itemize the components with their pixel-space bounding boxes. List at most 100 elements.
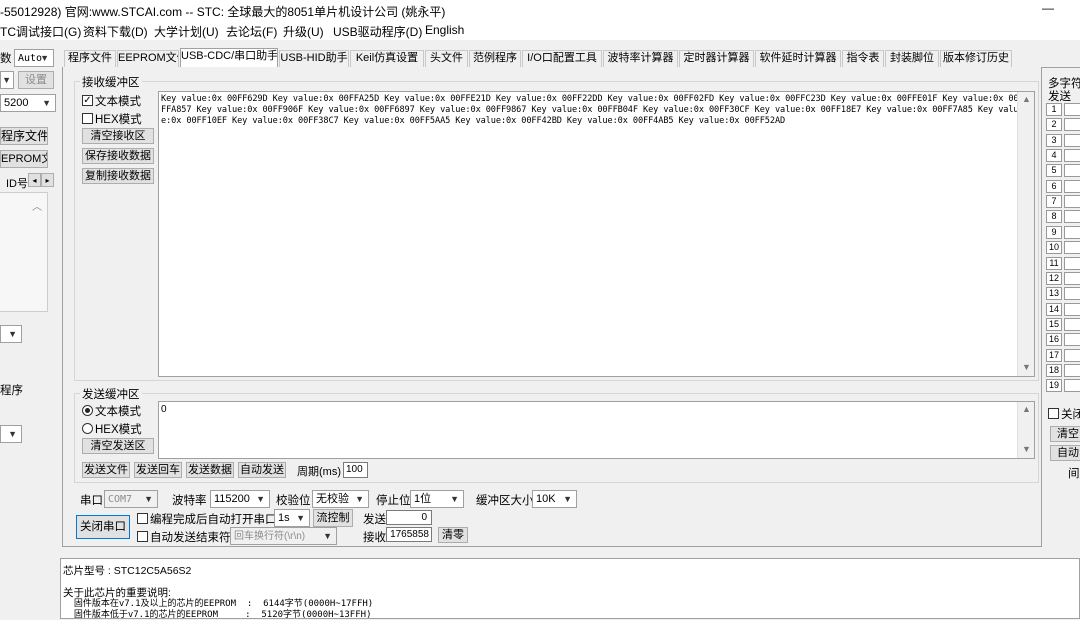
multi-send-row-button[interactable]: 1 xyxy=(1046,103,1062,116)
multi-send-row-button[interactable]: 9 xyxy=(1046,225,1062,239)
send-enter-button[interactable]: 发送回车 xyxy=(134,462,182,478)
radio-selected-icon[interactable] xyxy=(82,405,93,417)
multi-send-row-input[interactable] xyxy=(1064,287,1080,301)
menu-upgrade[interactable]: 升级(U) xyxy=(283,23,324,40)
multi-send-row-input[interactable] xyxy=(1064,225,1080,239)
multi-send-row-button[interactable]: 17 xyxy=(1046,348,1062,362)
auto-send-button[interactable]: 自动发送 xyxy=(238,462,286,478)
close-hint-toggle[interactable]: 关闭 xyxy=(1048,406,1080,422)
auto-open-delay-select[interactable]: 1s ▼ xyxy=(274,509,310,527)
multi-send-row-button[interactable]: 14 xyxy=(1046,302,1062,316)
checkbox-icon[interactable] xyxy=(1048,408,1059,420)
tab-program-file[interactable]: 程序文件 xyxy=(64,50,116,67)
open-eeprom-file-button[interactable]: EPROM文件 xyxy=(0,150,48,168)
right-auto-button[interactable]: 自动 xyxy=(1050,445,1080,461)
checkbox-icon[interactable] xyxy=(137,531,148,543)
multi-send-row-button[interactable]: 16 xyxy=(1046,333,1062,347)
tab-instructions[interactable]: 指令表 xyxy=(842,50,884,67)
multi-send-row-button[interactable]: 5 xyxy=(1046,164,1062,178)
multi-send-row-input[interactable] xyxy=(1064,241,1080,255)
tab-examples[interactable]: 范例程序 xyxy=(469,50,521,67)
scroll-down-icon[interactable]: ▼ xyxy=(1022,362,1031,372)
multi-send-row-input[interactable] xyxy=(1064,179,1080,193)
multi-send-row-input[interactable] xyxy=(1064,317,1080,331)
send-hex-mode[interactable]: HEX模式 xyxy=(82,421,142,437)
checkbox-icon[interactable] xyxy=(82,113,93,125)
send-textarea[interactable]: 0 ▲ ▼ xyxy=(158,401,1035,459)
tab-package-pins[interactable]: 封装脚位 xyxy=(885,50,939,67)
checkbox-checked-icon[interactable]: ✓ xyxy=(82,95,93,107)
multi-send-row-input[interactable] xyxy=(1064,103,1080,116)
multi-send-row-button[interactable]: 19 xyxy=(1046,379,1062,393)
menu-forum[interactable]: 去论坛(F) xyxy=(226,23,277,40)
minimize-button[interactable]: — xyxy=(1042,1,1054,15)
tab-usb-hid[interactable]: USB-HID助手 xyxy=(279,50,349,67)
menu-downloads[interactable]: 资料下载(D) xyxy=(83,23,148,40)
period-input[interactable]: 100 xyxy=(343,462,368,478)
multi-send-row-button[interactable]: 3 xyxy=(1046,133,1062,147)
send-data-button[interactable]: 发送数据 xyxy=(186,462,234,478)
send-file-button[interactable]: 发送文件 xyxy=(82,462,130,478)
send-end-char-select[interactable]: 回车换行符(\r\n) ▼ xyxy=(230,527,337,545)
flow-control-button[interactable]: 流控制 xyxy=(313,509,353,527)
send-end-char[interactable]: 自动发送结束符 xyxy=(137,529,231,545)
multi-send-row-input[interactable] xyxy=(1064,379,1080,393)
scroll-right-button[interactable]: ▸ xyxy=(41,173,54,187)
left-select-3[interactable]: ▼ xyxy=(0,425,22,443)
settings-button[interactable]: 设置 xyxy=(18,71,54,89)
menu-university[interactable]: 大学计划(U) xyxy=(154,23,219,40)
radio-icon[interactable] xyxy=(82,423,93,435)
auto-open-port[interactable]: 编程完成后自动打开串口 xyxy=(137,511,277,527)
multi-send-row-button[interactable]: 13 xyxy=(1046,287,1062,301)
multi-send-row-input[interactable] xyxy=(1064,363,1080,377)
port-select[interactable]: COM7 ▼ xyxy=(104,490,158,508)
menu-debug-interface[interactable]: TC调试接口(G) xyxy=(0,23,81,40)
multi-send-row-button[interactable]: 7 xyxy=(1046,195,1062,209)
scroll-up-icon[interactable]: ▲ xyxy=(1022,94,1031,104)
close-port-button[interactable]: 关闭串口 xyxy=(76,515,130,539)
multi-send-row-button[interactable]: 8 xyxy=(1046,210,1062,224)
multi-send-row-input[interactable] xyxy=(1064,149,1080,163)
multi-send-row-input[interactable] xyxy=(1064,256,1080,270)
send-scrollbar[interactable]: ▲ ▼ xyxy=(1017,402,1034,458)
tab-usb-cdc[interactable]: USB-CDC/串口助手 xyxy=(180,48,278,68)
multi-send-row-button[interactable]: 4 xyxy=(1046,149,1062,163)
stop-bits-select[interactable]: 1位 ▼ xyxy=(410,490,464,508)
open-program-file-button[interactable]: 程序文件 xyxy=(0,127,48,145)
baud-rate-select[interactable]: 115200 ▼ xyxy=(210,490,270,508)
right-clear-button[interactable]: 清空 xyxy=(1050,426,1080,442)
save-receive-button[interactable]: 保存接收数据 xyxy=(82,148,154,164)
scroll-left-button[interactable]: ◂ xyxy=(28,173,41,187)
multi-send-row-input[interactable] xyxy=(1064,210,1080,224)
multi-send-row-button[interactable]: 18 xyxy=(1046,363,1062,377)
tab-io-config[interactable]: I/O口配置工具 xyxy=(522,50,602,67)
tab-keil-sim[interactable]: Keil仿真设置 xyxy=(350,50,424,67)
copy-receive-button[interactable]: 复制接收数据 xyxy=(82,168,154,184)
multi-send-row-button[interactable]: 15 xyxy=(1046,317,1062,331)
multi-send-row-input[interactable] xyxy=(1064,164,1080,178)
menu-english[interactable]: English xyxy=(425,23,464,37)
multi-send-row-button[interactable]: 11 xyxy=(1046,256,1062,270)
baud-select[interactable]: 5200 ▼ xyxy=(0,94,56,112)
receive-textarea[interactable]: Key value:0x 00FF629D Key value:0x 00FFA… xyxy=(158,91,1035,377)
left-list-box[interactable]: ︿ xyxy=(0,192,48,312)
clear-send-button[interactable]: 清空发送区 xyxy=(82,438,154,454)
tab-version-history[interactable]: 版本修订历史 xyxy=(940,50,1012,67)
multi-send-row-button[interactable]: 2 xyxy=(1046,118,1062,132)
clear-count-button[interactable]: 清零 xyxy=(438,527,468,543)
scroll-down-icon[interactable]: ▼ xyxy=(1022,444,1031,454)
checkbox-icon[interactable] xyxy=(137,513,148,525)
clear-receive-button[interactable]: 清空接收区 xyxy=(82,128,154,144)
tab-baud-calc[interactable]: 波特率计算器 xyxy=(603,50,678,67)
chevron-up-icon[interactable]: ︿ xyxy=(32,198,42,213)
multi-send-row-input[interactable] xyxy=(1064,333,1080,347)
multi-send-row-button[interactable]: 10 xyxy=(1046,241,1062,255)
tab-delay-calc[interactable]: 软件延时计算器 xyxy=(755,50,841,67)
menu-usb-driver[interactable]: USB驱动程序(D) xyxy=(333,23,422,40)
tab-timer-calc[interactable]: 定时器计算器 xyxy=(679,50,754,67)
left-small-select[interactable]: ▼ xyxy=(0,71,14,89)
multi-send-row-input[interactable] xyxy=(1064,133,1080,147)
parity-select[interactable]: 无校验 ▼ xyxy=(312,490,369,508)
tab-eeprom-file[interactable]: EEPROM文件 xyxy=(117,50,179,67)
receive-hex-mode[interactable]: HEX模式 xyxy=(82,111,142,127)
